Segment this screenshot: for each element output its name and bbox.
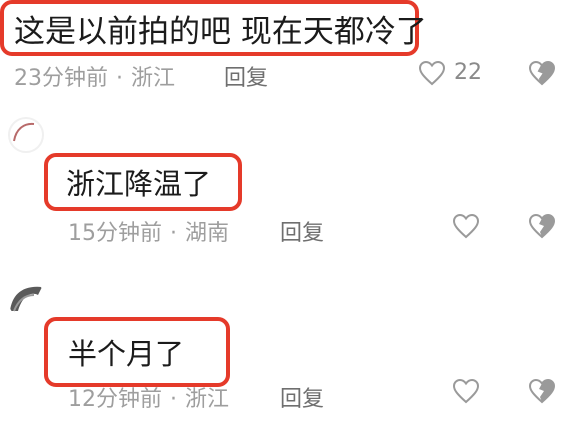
reply-button[interactable]: 回复: [280, 381, 324, 413]
reply-button[interactable]: 回复: [224, 60, 268, 92]
comment-text-box: 浙江降温了: [44, 153, 242, 211]
comment-meta: 12分钟前 · 浙江: [68, 381, 229, 413]
avatar[interactable]: [8, 117, 44, 153]
meta-separator: ·: [170, 387, 177, 412]
heart-icon[interactable]: [418, 60, 446, 86]
meta-separator: ·: [170, 221, 177, 246]
comment-location: 浙江: [185, 387, 230, 412]
comment-text-box: 这是以前拍的吧 现在天都冷了: [0, 0, 427, 56]
comment-location: 浙江: [131, 66, 176, 91]
comment-text: 这是以前拍的吧 现在天都冷了: [14, 13, 427, 50]
comment-thread: 这是以前拍的吧 现在天都冷了 23分钟前 · 浙江 回复 22 浙江降温了 15分钟…: [0, 0, 588, 428]
broken-heart-icon[interactable]: [528, 60, 556, 86]
broken-heart-icon[interactable]: [528, 213, 556, 239]
heart-icon[interactable]: [452, 378, 480, 404]
comment-text: 浙江降温了: [66, 167, 212, 201]
avatar-image: [13, 122, 35, 142]
avatar[interactable]: [8, 281, 46, 319]
like-count: 22: [454, 60, 482, 85]
comment-location: 湖南: [185, 221, 230, 246]
comment-time: 15分钟前: [68, 221, 162, 246]
reply-button[interactable]: 回复: [280, 215, 324, 247]
comment-meta: 23分钟前 · 浙江: [14, 60, 175, 92]
comment-time: 23分钟前: [14, 66, 108, 91]
heart-icon[interactable]: [452, 213, 480, 239]
comment-text-box: 半个月了: [44, 317, 230, 387]
avatar-image: [10, 286, 42, 312]
meta-separator: ·: [116, 66, 123, 91]
comment-time: 12分钟前: [68, 387, 162, 412]
broken-heart-icon[interactable]: [528, 378, 556, 404]
comment-meta: 15分钟前 · 湖南: [68, 215, 229, 247]
comment-text: 半个月了: [68, 337, 185, 371]
